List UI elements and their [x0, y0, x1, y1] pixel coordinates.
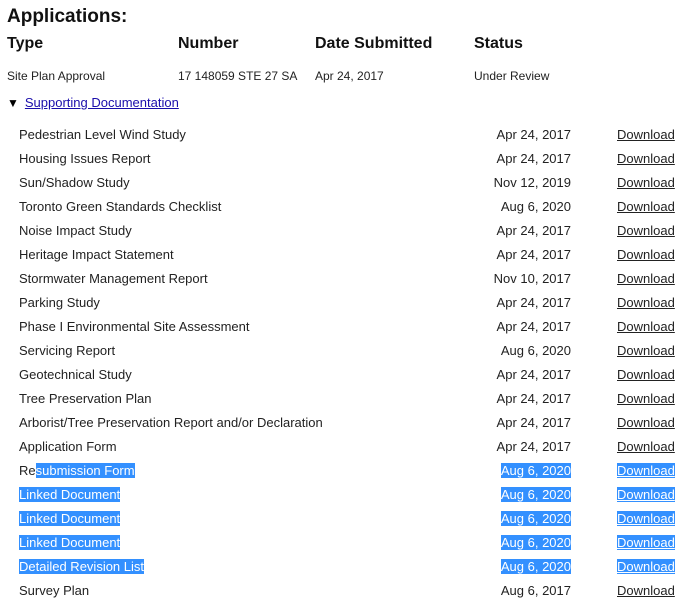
document-name: Parking Study [19, 295, 100, 310]
document-name-unselected-part: Re [19, 463, 36, 478]
document-name: Detailed Revision List [19, 559, 145, 574]
document-date: Aug 6, 2020 [500, 343, 571, 358]
download-link[interactable]: Download [617, 295, 675, 310]
download-link[interactable]: Download [617, 247, 675, 262]
download-link[interactable]: Download [617, 535, 675, 550]
document-row: Housing Issues Report Apr 24, 2017 Downloa… [0, 147, 693, 171]
document-date: Aug 6, 2020 [500, 559, 571, 574]
document-date: Aug 6, 2020 [500, 487, 571, 502]
download-link[interactable]: Download [617, 319, 675, 334]
document-date: Aug 6, 2020 [500, 535, 571, 550]
document-name: Heritage Impact Statement [19, 247, 174, 262]
document-row: Pedestrian Level Wind Study Apr 24, 2017 D… [0, 123, 693, 147]
document-name: Housing Issues Report [19, 151, 151, 166]
download-link[interactable]: Download [617, 415, 675, 430]
column-header-status: Status [474, 35, 523, 52]
document-name: Application Form [19, 439, 117, 454]
document-row: Application Form Apr 24, 2017 Download [0, 435, 693, 459]
document-row: Detailed Revision List Aug 6, 2020 Downloa… [0, 555, 693, 579]
application-status: Under Review [474, 69, 550, 83]
document-row: Linked Document Aug 6, 2020 Download [0, 483, 693, 507]
document-date: Aug 6, 2020 [500, 463, 571, 478]
document-row: Sun/Shadow Study Nov 12, 2019 Download [0, 171, 693, 195]
document-date: Nov 12, 2019 [493, 175, 571, 190]
page-heading: Applications: [7, 6, 128, 27]
document-row: Geotechnical Study Apr 24, 2017 Download [0, 363, 693, 387]
document-name: Linked Document [19, 511, 121, 526]
document-row: Toronto Green Standards Checklist Aug 6, … [0, 195, 693, 219]
supporting-documentation-link[interactable]: Supporting Documentation [25, 95, 179, 110]
document-date: Aug 6, 2017 [500, 583, 571, 598]
download-link[interactable]: Download [617, 271, 675, 286]
document-date: Apr 24, 2017 [496, 295, 571, 310]
document-row: Stormwater Management Report Nov 10, 2017… [0, 267, 693, 291]
column-header-number: Number [178, 35, 239, 52]
application-date: Apr 24, 2017 [315, 69, 384, 83]
document-row: Servicing Report Aug 6, 2020 Download [0, 339, 693, 363]
application-number: 17 148059 STE 27 SA [178, 69, 298, 83]
document-row: Parking Study Apr 24, 2017 Download [0, 291, 693, 315]
document-name: Phase I Environmental Site Assessment [19, 319, 250, 334]
document-name: Tree Preservation Plan [19, 391, 152, 406]
download-link[interactable]: Download [617, 151, 675, 166]
document-name: Geotechnical Study [19, 367, 132, 382]
download-link[interactable]: Download [617, 367, 675, 382]
download-link[interactable]: Download [617, 127, 675, 142]
document-list: Pedestrian Level Wind Study Apr 24, 2017 D… [0, 123, 693, 603]
download-link[interactable]: Download [617, 391, 675, 406]
document-date: Apr 24, 2017 [496, 151, 571, 166]
column-header-date-submitted: Date Submitted [315, 35, 433, 52]
document-name: Arborist/Tree Preservation Report and/or… [19, 415, 323, 430]
document-name: Survey Plan [19, 583, 90, 598]
document-row: Resubmission Form Aug 6, 2020 Download [0, 459, 693, 483]
document-name: Toronto Green Standards Checklist [19, 199, 222, 214]
document-date: Apr 24, 2017 [496, 247, 571, 262]
download-link[interactable]: Download [617, 559, 675, 574]
triangle-down-icon: ▼ [7, 96, 19, 110]
document-name: Linked Document [19, 487, 121, 502]
document-name-selected-part: submission Form [35, 463, 135, 478]
document-date: Apr 24, 2017 [496, 415, 571, 430]
document-row: Noise Impact Study Apr 24, 2017 Download [0, 219, 693, 243]
document-row: Linked Document Aug 6, 2020 Download [0, 531, 693, 555]
download-link[interactable]: Download [617, 583, 675, 598]
supporting-documentation-toggle[interactable]: ▼ Supporting Documentation [7, 95, 179, 110]
document-date: Aug 6, 2020 [500, 199, 571, 214]
download-link[interactable]: Download [617, 463, 675, 478]
application-type: Site Plan Approval [7, 69, 106, 83]
document-date: Apr 24, 2017 [496, 367, 571, 382]
document-row: Arborist/Tree Preservation Report and/or… [0, 411, 693, 435]
document-row: Phase I Environmental Site Assessment Apr… [0, 315, 693, 339]
document-name: Sun/Shadow Study [19, 175, 130, 190]
document-row: Survey Plan Aug 6, 2017 Download [0, 579, 693, 603]
download-link[interactable]: Download [617, 343, 675, 358]
document-row: Heritage Impact Statement Apr 24, 2017 Dow… [0, 243, 693, 267]
download-link[interactable]: Download [617, 511, 675, 526]
document-name: Pedestrian Level Wind Study [19, 127, 186, 142]
document-name: Stormwater Management Report [19, 271, 208, 286]
document-date: Apr 24, 2017 [496, 127, 571, 142]
document-date: Apr 24, 2017 [496, 319, 571, 334]
column-header-type: Type [7, 35, 44, 52]
document-date: Aug 6, 2020 [500, 511, 571, 526]
document-row: Tree Preservation Plan Apr 24, 2017 Downlo… [0, 387, 693, 411]
document-name: Resubmission Form [19, 463, 135, 478]
document-date: Nov 10, 2017 [493, 271, 571, 286]
document-row: Linked Document Aug 6, 2020 Download [0, 507, 693, 531]
document-date: Apr 24, 2017 [496, 439, 571, 454]
document-date: Apr 24, 2017 [496, 391, 571, 406]
document-name: Servicing Report [19, 343, 116, 358]
document-name: Linked Document [19, 535, 121, 550]
download-link[interactable]: Download [617, 175, 675, 190]
document-date: Apr 24, 2017 [496, 223, 571, 238]
download-link[interactable]: Download [617, 487, 675, 502]
download-link[interactable]: Download [617, 223, 675, 238]
document-name: Noise Impact Study [19, 223, 132, 238]
download-link[interactable]: Download [617, 439, 675, 454]
download-link[interactable]: Download [617, 199, 675, 214]
